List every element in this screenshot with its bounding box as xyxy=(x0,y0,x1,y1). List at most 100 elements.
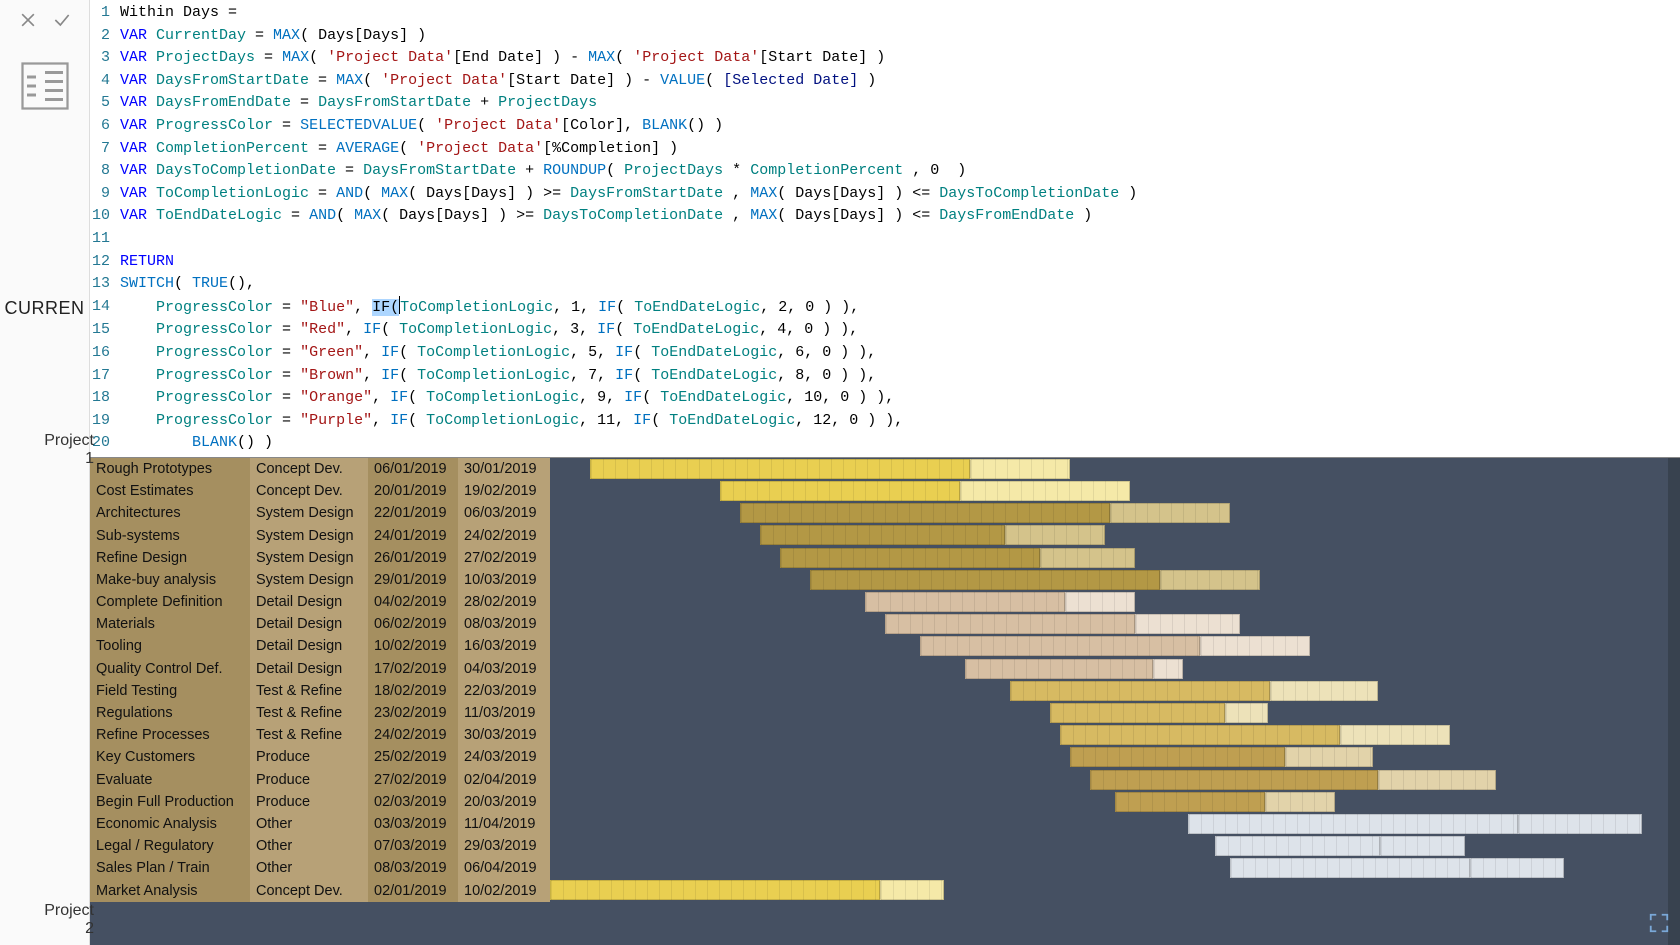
commit-icon[interactable] xyxy=(52,10,72,35)
gantt-bar[interactable] xyxy=(1215,836,1380,856)
gantt-bar[interactable] xyxy=(1518,814,1642,834)
cell-phase: System Design xyxy=(250,547,368,569)
table-row[interactable]: RegulationsTest & Refine23/02/201911/03/… xyxy=(90,702,1680,724)
gantt-bar[interactable] xyxy=(1380,836,1465,856)
code-line[interactable]: 3VAR ProjectDays = MAX( 'Project Data'[E… xyxy=(90,47,1680,70)
gantt-bar[interactable] xyxy=(590,459,970,479)
gantt-bar[interactable] xyxy=(720,481,960,501)
table-row[interactable]: Rough PrototypesConcept Dev.06/01/201930… xyxy=(90,458,1680,480)
table-row[interactable]: Market AnalysisConcept Dev.02/01/201910/… xyxy=(90,879,1680,901)
table-row[interactable]: Make-buy analysisSystem Design29/01/2019… xyxy=(90,569,1680,591)
table-row[interactable]: Refine ProcessesTest & Refine24/02/20193… xyxy=(90,724,1680,746)
gantt-bar[interactable] xyxy=(1110,503,1230,523)
gantt-bar[interactable] xyxy=(1340,725,1450,745)
gantt-bar[interactable] xyxy=(885,614,1135,634)
code-line[interactable]: 9VAR ToCompletionLogic = AND( MAX( Days[… xyxy=(90,183,1680,206)
code-line[interactable]: 8VAR DaysToCompletionDate = DaysFromStar… xyxy=(90,160,1680,183)
code-line[interactable]: 12RETURN xyxy=(90,251,1680,274)
code-line[interactable]: 17 ProgressColor = "Brown", IF( ToComple… xyxy=(90,365,1680,388)
table-row[interactable]: Legal / RegulatoryOther07/03/201929/03/2… xyxy=(90,835,1680,857)
table-row[interactable]: Field TestingTest & Refine18/02/201922/0… xyxy=(90,680,1680,702)
table-row[interactable]: MaterialsDetail Design06/02/201908/03/20… xyxy=(90,613,1680,635)
code-line[interactable]: 11 xyxy=(90,228,1680,251)
cancel-icon[interactable] xyxy=(18,10,38,35)
gantt-chart[interactable]: Rough PrototypesConcept Dev.06/01/201930… xyxy=(90,458,1680,945)
table-row[interactable]: Sub-systemsSystem Design24/01/201924/02/… xyxy=(90,524,1680,546)
code-line[interactable]: 7VAR CompletionPercent = AVERAGE( 'Proje… xyxy=(90,138,1680,161)
gantt-bar[interactable] xyxy=(1005,525,1105,545)
gantt-bar[interactable] xyxy=(920,636,1200,656)
cell-end: 24/02/2019 xyxy=(458,524,550,546)
focus-mode-icon[interactable] xyxy=(1648,912,1670,939)
code-line[interactable]: 16 ProgressColor = "Green", IF( ToComple… xyxy=(90,342,1680,365)
table-row[interactable]: Cost EstimatesConcept Dev.20/01/201919/0… xyxy=(90,480,1680,502)
gantt-bar[interactable] xyxy=(1470,858,1564,878)
gantt-bar[interactable] xyxy=(970,459,1070,479)
gantt-bar[interactable] xyxy=(550,880,880,900)
code-line[interactable]: 1Within Days = xyxy=(90,2,1680,25)
code-line[interactable]: 18 ProgressColor = "Orange", IF( ToCompl… xyxy=(90,387,1680,410)
gantt-bar[interactable] xyxy=(1225,703,1268,723)
line-number: 19 xyxy=(90,410,120,433)
dax-editor[interactable]: 1Within Days =2VAR CurrentDay = MAX( Day… xyxy=(90,0,1680,458)
table-row[interactable]: Begin Full ProductionProduce02/03/201920… xyxy=(90,791,1680,813)
table-row[interactable]: Sales Plan / TrainOther08/03/201906/04/2… xyxy=(90,857,1680,879)
table-row[interactable]: ToolingDetail Design10/02/201916/03/2019 xyxy=(90,635,1680,657)
code-line[interactable]: 4VAR DaysFromStartDate = MAX( 'Project D… xyxy=(90,70,1680,93)
cell-phase: Test & Refine xyxy=(250,702,368,724)
gantt-bar[interactable] xyxy=(865,592,1065,612)
cell-start: 06/02/2019 xyxy=(368,613,458,635)
table-row[interactable]: ArchitecturesSystem Design22/01/201906/0… xyxy=(90,502,1680,524)
gantt-bar[interactable] xyxy=(1188,814,1518,834)
gantt-bar[interactable] xyxy=(810,570,1160,590)
gantt-bar[interactable] xyxy=(1070,747,1285,767)
gantt-bar[interactable] xyxy=(1285,747,1373,767)
gantt-bar[interactable] xyxy=(1153,659,1183,679)
code-line[interactable]: 10VAR ToEndDateLogic = AND( MAX( Days[Da… xyxy=(90,205,1680,228)
gantt-bar[interactable] xyxy=(880,880,944,900)
gantt-bar[interactable] xyxy=(965,659,1153,679)
code-line[interactable]: 13SWITCH( TRUE(), xyxy=(90,273,1680,296)
gantt-bar[interactable] xyxy=(1065,592,1135,612)
gantt-bar[interactable] xyxy=(960,481,1130,501)
code-line[interactable]: 20 BLANK() ) xyxy=(90,432,1680,455)
cell-task: Sales Plan / Train xyxy=(90,857,250,879)
gantt-bar[interactable] xyxy=(1050,703,1225,723)
gantt-bar[interactable] xyxy=(740,503,1110,523)
line-number: 9 xyxy=(90,183,120,206)
gantt-bar[interactable] xyxy=(760,525,1005,545)
code-line[interactable]: 15 ProgressColor = "Red", IF( ToCompleti… xyxy=(90,319,1680,342)
gantt-bar[interactable] xyxy=(1010,681,1270,701)
gantt-bar[interactable] xyxy=(1200,636,1310,656)
table-row[interactable]: Quality Control Def.Detail Design17/02/2… xyxy=(90,658,1680,680)
table-row[interactable]: Key CustomersProduce25/02/201924/03/2019 xyxy=(90,746,1680,768)
gantt-bar[interactable] xyxy=(1090,770,1378,790)
gantt-bar[interactable] xyxy=(1115,792,1265,812)
gantt-bar[interactable] xyxy=(1060,725,1340,745)
gantt-bar[interactable] xyxy=(1270,681,1378,701)
gantt-bar[interactable] xyxy=(1160,570,1260,590)
gantt-bar[interactable] xyxy=(1230,858,1470,878)
line-number: 18 xyxy=(90,387,120,410)
scrollbar[interactable] xyxy=(1668,458,1680,945)
code-line[interactable]: 14 ProgressColor = "Blue", IF(ToCompleti… xyxy=(90,296,1680,320)
bar-cell xyxy=(550,569,1680,591)
table-row[interactable]: Refine DesignSystem Design26/01/201927/0… xyxy=(90,547,1680,569)
table-row[interactable]: EvaluateProduce27/02/201902/04/2019 xyxy=(90,769,1680,791)
gantt-bar[interactable] xyxy=(1135,614,1240,634)
code-line[interactable]: 19 ProgressColor = "Purple", IF( ToCompl… xyxy=(90,410,1680,433)
line-number: 2 xyxy=(90,25,120,48)
dax-icon xyxy=(18,59,72,118)
gantt-bar[interactable] xyxy=(1040,548,1135,568)
code-line[interactable]: 2VAR CurrentDay = MAX( Days[Days] ) xyxy=(90,25,1680,48)
code-line[interactable]: 6VAR ProgressColor = SELECTEDVALUE( 'Pro… xyxy=(90,115,1680,138)
gantt-bar[interactable] xyxy=(1265,792,1335,812)
table-row[interactable]: Complete DefinitionDetail Design04/02/20… xyxy=(90,591,1680,613)
table-row[interactable]: Economic AnalysisOther03/03/201911/04/20… xyxy=(90,813,1680,835)
cell-start: 26/01/2019 xyxy=(368,547,458,569)
code-line[interactable]: 5VAR DaysFromEndDate = DaysFromStartDate… xyxy=(90,92,1680,115)
cell-task: Market Analysis xyxy=(90,879,250,901)
gantt-bar[interactable] xyxy=(780,548,1040,568)
gantt-bar[interactable] xyxy=(1378,770,1496,790)
cell-phase: Produce xyxy=(250,791,368,813)
